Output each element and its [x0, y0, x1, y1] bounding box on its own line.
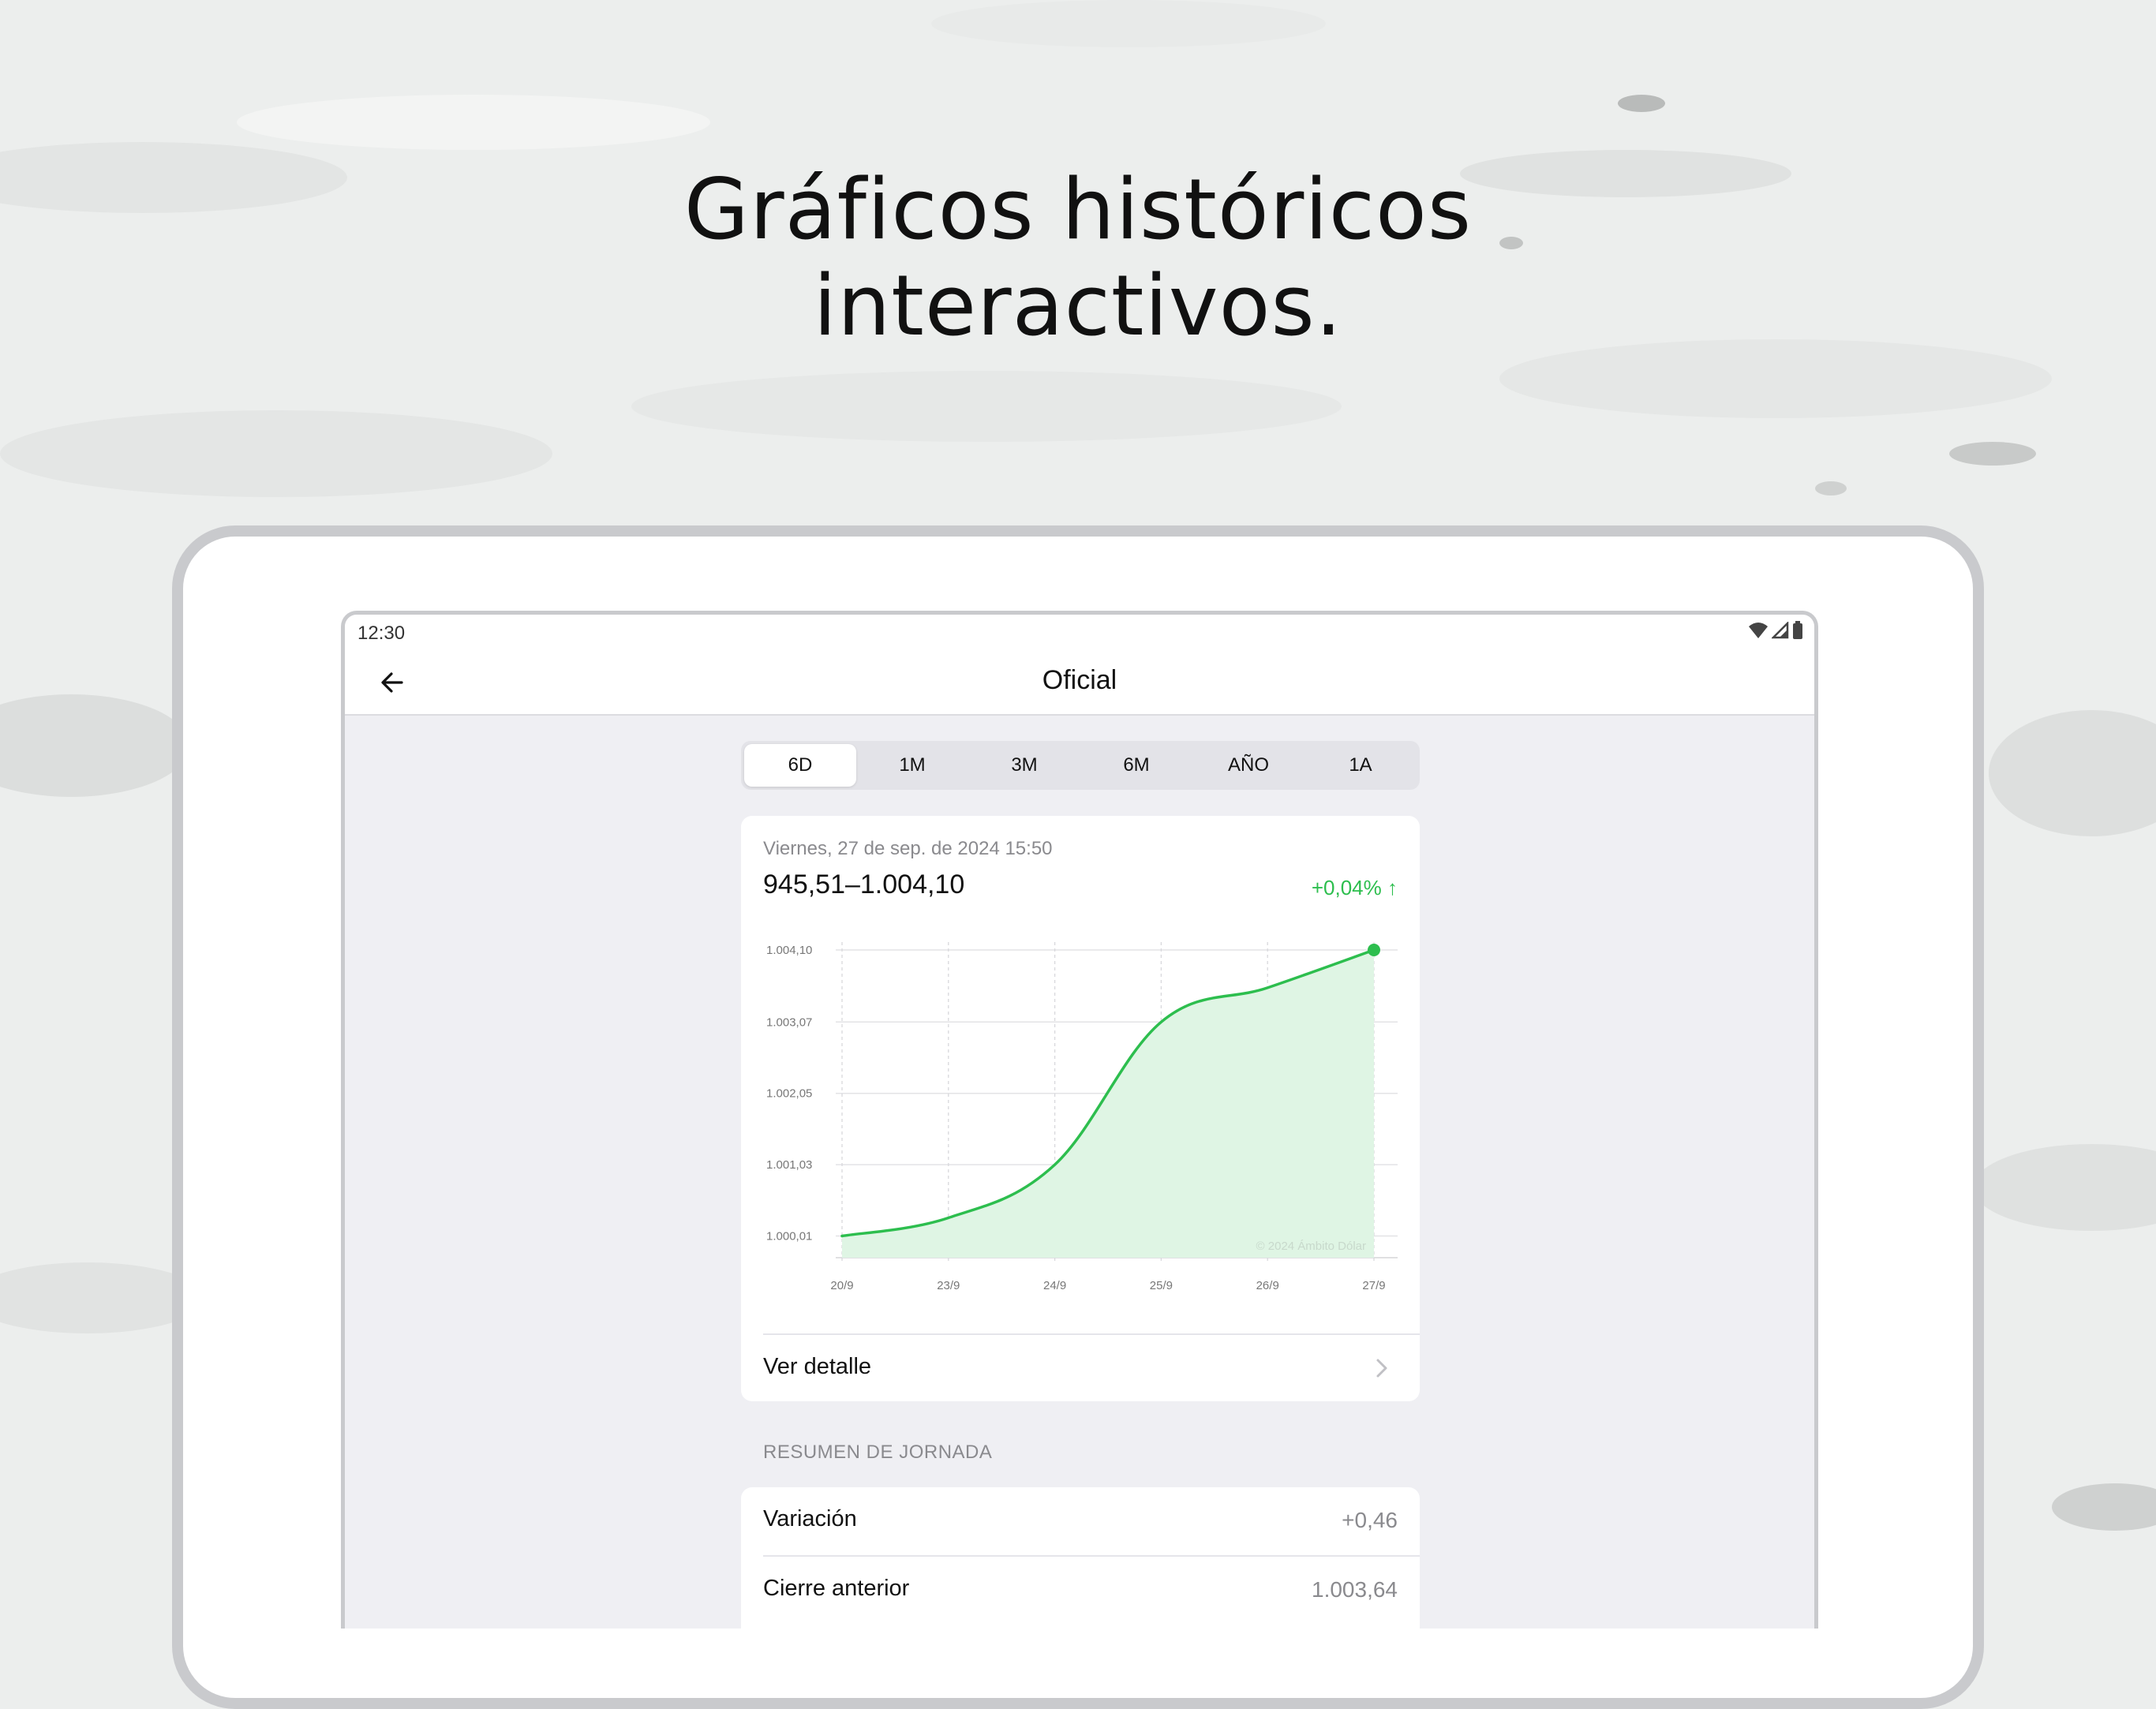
- battery-icon: [1793, 621, 1802, 639]
- price-chart[interactable]: 1.004,10 1.003,07 1.002,05 1.001,03 1.000,01…: [741, 926, 1420, 1321]
- status-icons: [1748, 621, 1803, 640]
- app-screen: 12:30 Oficial 6D 1M 3M 6M AÑO 1A Viernes…: [341, 611, 1818, 1629]
- view-detail-label: Ver detalle: [763, 1354, 872, 1379]
- tab-1a[interactable]: 1A: [1304, 744, 1417, 787]
- wifi-icon: [1749, 623, 1768, 638]
- summary-value: 1.003,64: [1312, 1577, 1398, 1602]
- x-tick-label: 24/9: [1043, 1279, 1066, 1292]
- x-tick-label: 27/9: [1362, 1279, 1385, 1292]
- headline-line-2: interactivos.: [813, 257, 1343, 354]
- status-time: 12:30: [357, 623, 406, 644]
- summary-row-variation: Variación +0,46: [741, 1487, 1420, 1557]
- y-tick-label: 1.003,07: [766, 1015, 812, 1029]
- y-tick-label: 1.004,10: [766, 944, 812, 957]
- y-tick-label: 1.002,05: [766, 1087, 812, 1101]
- quote-date: Viernes, 27 de sep. de 2024 15:50: [763, 838, 1053, 859]
- x-tick-label: 26/9: [1256, 1279, 1279, 1292]
- view-detail-row[interactable]: Ver detalle: [741, 1335, 1420, 1401]
- range-selector: 6D 1M 3M 6M AÑO 1A: [741, 741, 1420, 790]
- summary-label: Variación: [763, 1506, 857, 1531]
- tab-6m[interactable]: 6M: [1080, 744, 1192, 787]
- x-tick-label: 23/9: [937, 1279, 960, 1292]
- navigation-bar: Oficial: [345, 651, 1814, 716]
- chart-card: Viernes, 27 de sep. de 2024 15:50 945,51…: [741, 816, 1420, 1401]
- summary-value: +0,46: [1342, 1508, 1398, 1532]
- y-tick-label: 1.000,01: [766, 1230, 812, 1243]
- headline: Gráficos históricos interactivos.: [0, 162, 2156, 354]
- series-area: [842, 950, 1374, 1258]
- x-tick-label: 20/9: [830, 1279, 853, 1292]
- status-bar: 12:30: [345, 615, 1814, 651]
- tab-6d[interactable]: 6D: [744, 744, 856, 787]
- chart-watermark: © 2024 Ámbito Dólar: [1256, 1240, 1366, 1253]
- headline-line-1: Gráficos históricos: [683, 161, 1473, 258]
- tab-ano[interactable]: AÑO: [1192, 744, 1304, 787]
- quote-change: +0,04% ↑: [1311, 876, 1398, 899]
- tab-3m[interactable]: 3M: [968, 744, 1080, 787]
- y-tick-label: 1.001,03: [766, 1158, 812, 1172]
- quote-range: 945,51–1.004,10: [763, 869, 965, 899]
- last-point-marker: [1368, 944, 1380, 956]
- summary-label: Cierre anterior: [763, 1576, 910, 1601]
- summary-list: Variación +0,46 Cierre anterior 1.003,64: [741, 1487, 1420, 1629]
- summary-row-previous-close: Cierre anterior 1.003,64: [741, 1557, 1420, 1625]
- chevron-right-icon: [1376, 1359, 1387, 1378]
- x-tick-label: 25/9: [1150, 1279, 1173, 1292]
- tab-1m[interactable]: 1M: [856, 744, 968, 787]
- summary-section-title: RESUMEN DE JORNADA: [763, 1442, 993, 1463]
- signal-icon: [1772, 622, 1789, 639]
- page-title: Oficial: [1042, 665, 1117, 695]
